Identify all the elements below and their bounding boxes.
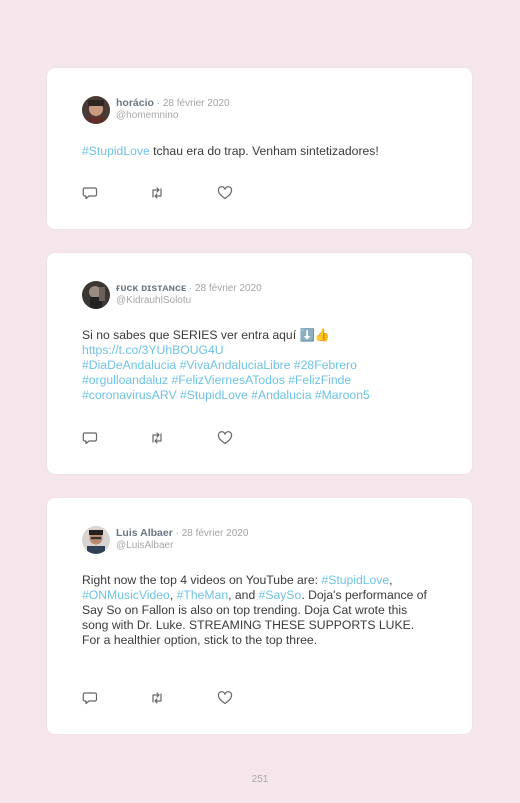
- hashtag-link[interactable]: #ONMusicVideo: [82, 588, 170, 602]
- hashtag-link[interactable]: #orgulloandaluz: [82, 373, 168, 387]
- author-name[interactable]: Luis Albaer: [116, 527, 173, 539]
- hashtag-link[interactable]: https://t.co/3YUhBOUG4U: [82, 343, 224, 357]
- tweet-date[interactable]: 28 février 2020: [163, 98, 230, 109]
- tweet-text: Right now the top 4 videos on YouTube ar…: [82, 573, 432, 648]
- reply-icon[interactable]: [82, 691, 98, 705]
- author-block: Luis Albaer · 28 février 2020 @LuisAlbae…: [116, 527, 248, 552]
- tweet-text-segment: Si no sabes que SERIES ver entra aquí ⬇️…: [82, 328, 330, 342]
- retweet-icon[interactable]: [149, 691, 165, 705]
- tweet-text: #StupidLove tchau era do trap. Venham si…: [82, 144, 442, 159]
- hashtag-link[interactable]: #StupidLove: [82, 144, 150, 158]
- author-handle[interactable]: @homemnino: [116, 110, 230, 122]
- author-name[interactable]: horácio: [116, 97, 154, 109]
- reply-icon[interactable]: [82, 186, 98, 200]
- tweet-card: ғᴜᴄᴋ ᴅɪsᴛᴀɴᴄᴇ · 28 février 2020 @Kidrauh…: [47, 253, 472, 474]
- author-handle[interactable]: @LuisAlbaer: [116, 540, 248, 552]
- avatar[interactable]: [82, 281, 110, 309]
- retweet-icon[interactable]: [149, 186, 165, 200]
- hashtag-link[interactable]: #FelizViernesATodos: [171, 373, 284, 387]
- hashtag-link[interactable]: #TheMan: [177, 588, 229, 602]
- author-block: horácio · 28 février 2020 @homemnino: [116, 97, 230, 122]
- tweet-actions: [82, 186, 242, 200]
- hashtag-link[interactable]: #DiaDeAndalucia: [82, 358, 176, 372]
- like-icon[interactable]: [217, 186, 233, 200]
- page-number: 251: [251, 774, 269, 785]
- tweet-text-segment: tchau era do trap. Venham sintetizadores…: [149, 144, 379, 158]
- hashtag-link[interactable]: #Andalucia: [251, 388, 311, 402]
- tweet-card: horácio · 28 février 2020 @homemnino #St…: [47, 68, 472, 229]
- tweet-text-segment: Right now the top 4 videos on YouTube ar…: [82, 573, 322, 587]
- retweet-icon[interactable]: [149, 431, 165, 445]
- avatar[interactable]: [82, 526, 110, 554]
- reply-icon[interactable]: [82, 431, 98, 445]
- tweet-actions: [82, 691, 242, 705]
- avatar[interactable]: [82, 96, 110, 124]
- hashtag-link[interactable]: #Maroon5: [315, 388, 370, 402]
- tweet-card: Luis Albaer · 28 février 2020 @LuisAlbae…: [47, 498, 472, 734]
- like-icon[interactable]: [217, 431, 233, 445]
- hashtag-link[interactable]: #StupidLove: [180, 388, 248, 402]
- tweet-text-segment: ,: [169, 588, 177, 602]
- tweet-date[interactable]: 28 février 2020: [195, 283, 262, 294]
- tweet-date[interactable]: 28 février 2020: [182, 528, 249, 539]
- tweet-text: Si no sabes que SERIES ver entra aquí ⬇️…: [82, 328, 442, 403]
- tweet-text-segment: ,: [389, 573, 393, 587]
- separator: ·: [172, 528, 182, 539]
- separator: ·: [153, 98, 163, 109]
- separator: ·: [186, 283, 195, 294]
- author-name[interactable]: ғᴜᴄᴋ ᴅɪsᴛᴀɴᴄᴇ: [116, 282, 186, 294]
- hashtag-link[interactable]: #28Febrero: [294, 358, 357, 372]
- hashtag-link[interactable]: #VivaAndaluciaLibre: [180, 358, 291, 372]
- hashtag-link[interactable]: #StupidLove: [321, 573, 389, 587]
- author-handle[interactable]: @KidrauhlSolotu: [116, 295, 262, 307]
- hashtag-link[interactable]: #SaySo: [259, 588, 302, 602]
- author-block: ғᴜᴄᴋ ᴅɪsᴛᴀɴᴄᴇ · 28 février 2020 @Kidrauh…: [116, 282, 262, 307]
- tweet-text-segment: , and: [228, 588, 259, 602]
- like-icon[interactable]: [217, 691, 233, 705]
- tweet-actions: [82, 431, 242, 445]
- hashtag-link[interactable]: #coronavirusARV: [82, 388, 177, 402]
- hashtag-link[interactable]: #FelizFinde: [288, 373, 351, 387]
